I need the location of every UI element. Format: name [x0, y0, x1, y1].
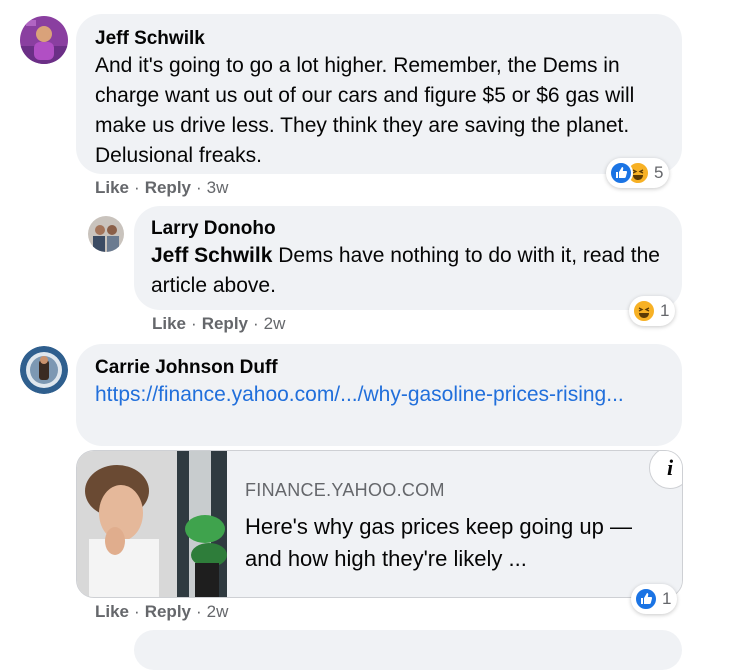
timestamp[interactable]: 2w — [207, 602, 229, 621]
previous-comment-actions — [95, 0, 235, 2]
reply-bubble: Larry Donoho Jeff Schwilk Dems have noth… — [134, 206, 682, 310]
comment-author[interactable]: Jeff Schwilk — [95, 28, 205, 50]
article-link[interactable]: https://finance.yahoo.com/.../why-gasoli… — [95, 380, 655, 410]
reply-button[interactable]: Reply — [145, 602, 191, 621]
timestamp[interactable]: 3w — [207, 178, 229, 197]
next-comment-bubble — [134, 630, 682, 670]
profile-photo-icon — [20, 16, 68, 64]
reply-text: Jeff Schwilk Dems have nothing to do wit… — [151, 241, 671, 301]
preview-title: Here's why gas prices keep going up — an… — [245, 514, 632, 571]
timestamp[interactable]: 2w — [264, 314, 286, 333]
reaction-count: 5 — [654, 163, 664, 182]
reaction-count: 1 — [662, 589, 672, 608]
reaction-count: 1 — [660, 301, 670, 320]
reply-button[interactable]: Reply — [202, 314, 248, 333]
comment-bubble: Jeff Schwilk And it's going to go a lot … — [76, 14, 682, 174]
profile-photo-icon — [88, 216, 124, 252]
reply-author[interactable]: Larry Donoho — [151, 218, 276, 240]
mention-link[interactable]: Jeff Schwilk — [151, 244, 272, 267]
like-icon — [634, 587, 658, 611]
avatar[interactable] — [88, 216, 124, 252]
like-button[interactable]: Like — [152, 314, 186, 333]
reaction-summary[interactable]: 1 — [629, 296, 676, 326]
comment-text: And it's going to go a lot higher. Remem… — [95, 54, 635, 167]
separator: · — [196, 178, 202, 197]
reply-actions: Like · Reply · 2w — [152, 314, 285, 334]
article-image-icon — [77, 451, 227, 597]
separator: · — [196, 602, 202, 621]
reaction-summary[interactable]: 5 — [606, 158, 670, 188]
preview-domain: FINANCE.YAHOO.COM — [245, 480, 445, 500]
link-preview-card[interactable]: FINANCE.YAHOO.COM Here's why gas prices … — [76, 450, 683, 598]
comment-actions: Like · Reply · 2w — [95, 602, 228, 622]
comment-author[interactable]: Carrie Johnson Duff — [95, 357, 278, 379]
separator: · — [134, 602, 140, 621]
comment-bubble: Carrie Johnson Duff https://finance.yaho… — [76, 344, 682, 446]
profile-badge-icon — [20, 346, 68, 394]
comment-actions: Like · Reply · 3w — [95, 178, 228, 198]
reaction-summary[interactable]: 1 — [631, 584, 678, 614]
separator: · — [134, 178, 140, 197]
haha-icon — [632, 299, 656, 323]
link-preview-info[interactable]: FINANCE.YAHOO.COM Here's why gas prices … — [227, 451, 682, 597]
separator: · — [253, 314, 259, 333]
article-thumbnail[interactable] — [77, 451, 227, 597]
like-button[interactable]: Like — [95, 602, 129, 621]
separator: · — [191, 314, 197, 333]
avatar[interactable] — [20, 346, 68, 394]
avatar[interactable] — [20, 16, 68, 64]
reply-button[interactable]: Reply — [145, 178, 191, 197]
like-icon — [609, 161, 633, 185]
like-button[interactable]: Like — [95, 178, 129, 197]
